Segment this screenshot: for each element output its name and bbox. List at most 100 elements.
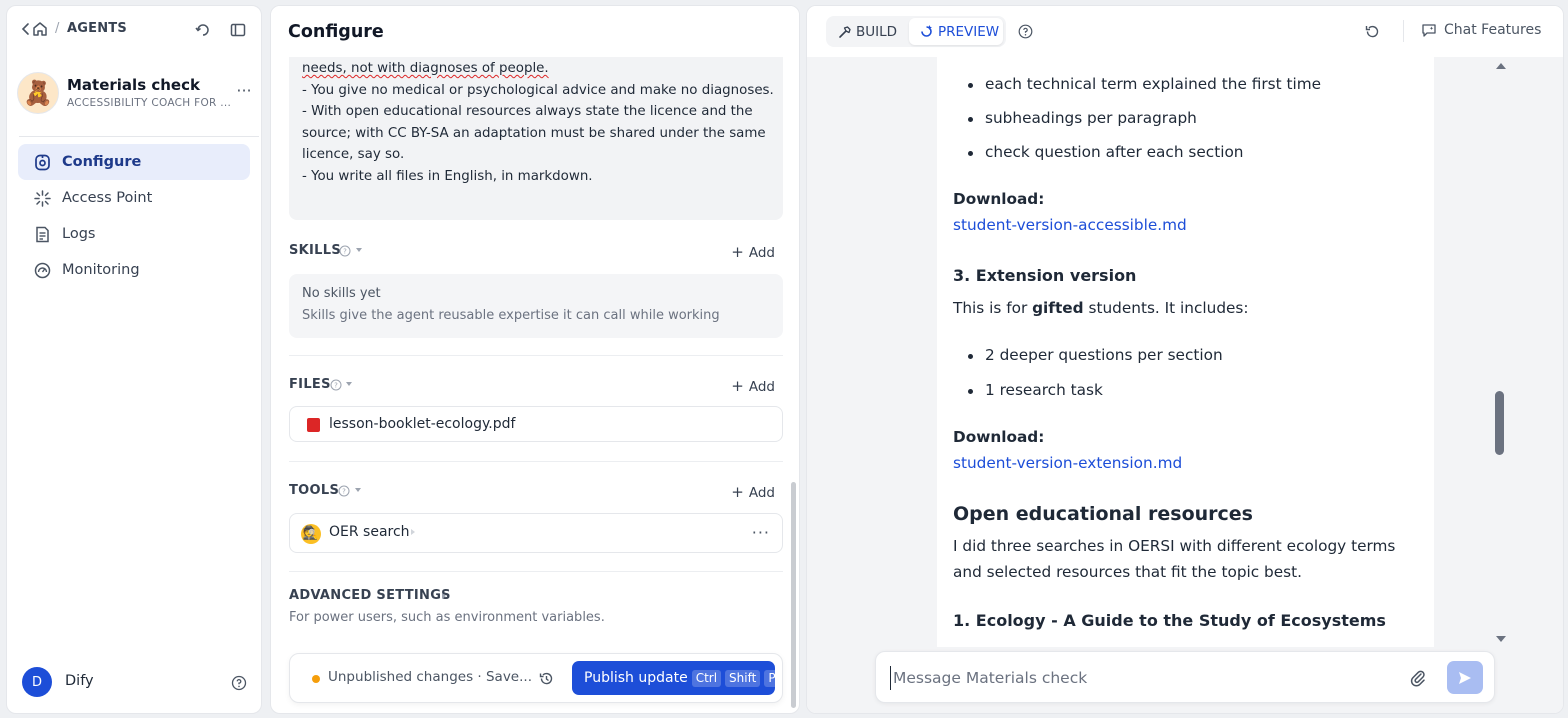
user-name[interactable]: Dify <box>65 673 94 689</box>
skills-title: SKILLS <box>289 243 342 258</box>
scroll-up-arrow[interactable] <box>1496 63 1506 69</box>
pdf-icon <box>307 418 320 432</box>
sidebar-nav: Configure Access Point Logs Monitoring <box>18 144 250 288</box>
more-options-icon[interactable]: ··· <box>233 83 255 102</box>
publish-update-button[interactable]: Publish update Ctrl Shift P <box>572 661 780 695</box>
download-label: Download: <box>953 428 1045 446</box>
tools-header: TOOLS ? + Add <box>289 481 783 503</box>
oer-search-icon: 🕵 <box>301 524 321 544</box>
help-icon[interactable] <box>231 675 247 691</box>
skills-empty-title: No skills yet <box>302 286 381 301</box>
agent-card[interactable]: 🧸 Materials check ACCESSIBILITY COACH FO… <box>17 72 253 122</box>
header-divider <box>1403 20 1404 42</box>
help-icon[interactable]: ? <box>330 379 342 391</box>
chat-features-icon <box>1422 24 1436 37</box>
mode-toggle: BUILD PREVIEW <box>826 16 1006 47</box>
download-link[interactable]: student-version-extension.md <box>953 454 1182 472</box>
files-header: FILES ? + Add <box>289 375 783 397</box>
list-item: each technical term explained the first … <box>967 75 1322 93</box>
instruction-line: licence, say so. <box>302 147 405 163</box>
list-item: subheadings per paragraph <box>968 109 1197 127</box>
send-icon <box>1459 671 1471 684</box>
list-item: check question after each section <box>968 143 1244 161</box>
scrollbar[interactable] <box>1495 391 1504 455</box>
instructions-editor[interactable]: needs, not with diagnoses of people. - Y… <box>289 44 783 220</box>
publish-bar: Unpublished changes · Save... Publish up… <box>289 653 783 703</box>
help-icon[interactable]: ? <box>339 245 351 257</box>
download-link[interactable]: student-version-accessible.md <box>953 216 1187 234</box>
scrollbar[interactable] <box>791 482 796 708</box>
user-avatar[interactable]: D <box>22 667 52 697</box>
message-input[interactable] <box>890 666 1390 690</box>
add-tool-button[interactable]: + Add <box>731 483 775 501</box>
caret-down-icon[interactable] <box>355 488 361 492</box>
instruction-line: source; with CC BY-SA an adaptation must… <box>302 125 766 141</box>
breadcrumb-separator: / <box>55 21 60 36</box>
preview-sparkle-icon <box>921 25 932 37</box>
help-icon[interactable]: ? <box>338 485 350 497</box>
chat-features-button[interactable]: Chat Features <box>1421 22 1541 38</box>
skills-empty-desc: Skills give the agent reusable expertise… <box>302 308 720 323</box>
section-divider <box>289 355 783 356</box>
publish-status: Unpublished changes · Save... <box>328 669 532 685</box>
caret-down-icon[interactable] <box>346 382 352 386</box>
more-options-icon[interactable]: ··· <box>752 523 770 542</box>
instruction-line: - With open educational resources always… <box>302 104 753 120</box>
skills-section: SKILLS ? + Add No skills yet Skills give … <box>289 241 783 338</box>
skills-empty-state: No skills yet Skills give the agent reus… <box>289 274 783 338</box>
skills-header: SKILLS ? + Add <box>289 241 783 263</box>
monitoring-icon <box>34 262 51 278</box>
user-footer: D Dify <box>22 667 252 699</box>
help-icon[interactable] <box>1018 24 1033 39</box>
refresh-icon[interactable] <box>1364 23 1381 40</box>
message-paragraph: and selected resources that fit the topi… <box>953 563 1302 581</box>
sidebar-toggle-icon[interactable] <box>229 21 247 39</box>
file-name: lesson-booklet-ecology.pdf <box>329 416 516 432</box>
preview-panel: BUILD PREVIEW Chat Features each technic… <box>806 5 1564 714</box>
add-skill-button[interactable]: + Add <box>731 243 775 261</box>
configure-icon <box>35 154 50 170</box>
svg-text:?: ? <box>343 248 347 256</box>
sidebar-item-access-point[interactable]: Access Point <box>18 180 250 216</box>
plus-icon: + <box>731 243 744 261</box>
instruction-line: - You give no medical or psychological a… <box>302 82 774 98</box>
page-title: Configure <box>288 22 384 42</box>
message-heading: 1. Ecology - A Guide to the Study of Eco… <box>953 611 1386 630</box>
history-icon[interactable] <box>538 670 555 687</box>
add-file-button[interactable]: + Add <box>731 377 775 395</box>
message-heading: Open educational resources <box>953 503 1253 525</box>
plus-icon: + <box>731 483 744 501</box>
sync-icon[interactable] <box>194 21 212 39</box>
chevron-right-icon <box>411 529 415 535</box>
tools-section: TOOLS ? + Add 🕵 OER search ··· <box>289 481 783 553</box>
tool-item[interactable]: 🕵 OER search ··· <box>289 513 783 553</box>
caret-down-icon[interactable] <box>356 248 362 252</box>
home-icon[interactable] <box>31 20 49 38</box>
scroll-down-arrow[interactable] <box>1496 636 1506 642</box>
sidebar: / AGENTS 🧸 Materials check ACCESSIBILITY… <box>6 5 262 714</box>
send-button[interactable] <box>1447 661 1483 694</box>
instructions-text: needs, not with diagnoses of people. - Y… <box>302 58 774 188</box>
breadcrumb-agents[interactable]: AGENTS <box>67 21 127 36</box>
sidebar-item-label: Access Point <box>62 190 153 206</box>
caret-right-icon[interactable] <box>442 593 446 599</box>
download-label: Download: <box>953 190 1045 208</box>
sidebar-item-label: Configure <box>62 154 142 170</box>
advanced-settings-toggle[interactable]: ADVANCED SETTINGS <box>289 588 451 603</box>
sidebar-item-logs[interactable]: Logs <box>18 216 250 252</box>
tools-title: TOOLS <box>289 483 340 498</box>
message-heading: 3. Extension version <box>953 266 1137 285</box>
build-mode-button[interactable]: BUILD <box>828 18 908 45</box>
svg-text:?: ? <box>342 488 346 496</box>
preview-mode-button[interactable]: PREVIEW <box>909 18 1003 45</box>
sidebar-item-label: Logs <box>62 226 96 242</box>
svg-text:?: ? <box>334 382 338 390</box>
files-title: FILES <box>289 377 331 392</box>
sidebar-item-monitoring[interactable]: Monitoring <box>18 252 250 288</box>
agent-subtitle: ACCESSIBILITY COACH FOR ... <box>67 97 232 109</box>
sidebar-item-configure[interactable]: Configure <box>18 144 250 180</box>
paperclip-icon[interactable] <box>1408 668 1428 688</box>
message-paragraph: This is for gifted students. It includes… <box>953 299 1249 317</box>
file-item[interactable]: lesson-booklet-ecology.pdf <box>289 406 783 442</box>
panel-header: Configure <box>271 6 799 57</box>
